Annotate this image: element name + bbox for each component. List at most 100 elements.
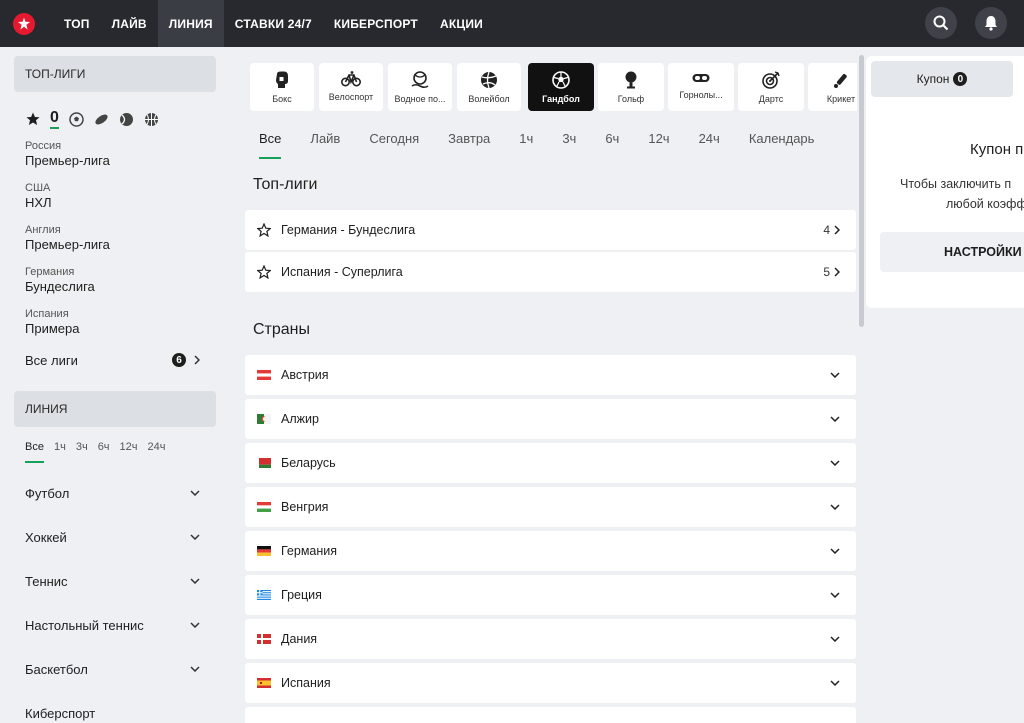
- country-row-germany[interactable]: Германия: [245, 531, 856, 571]
- basketball-icon[interactable]: [144, 112, 159, 127]
- brand-logo[interactable]: [13, 12, 35, 35]
- left-sidebar: ТОП-ЛИГИ 0 Россия Премьер-лига США НХЛ А…: [0, 47, 230, 723]
- sport-row-tennis[interactable]: Теннис: [0, 559, 230, 603]
- main-scrollbar[interactable]: [859, 55, 864, 327]
- sport-row-basketball[interactable]: Баскетбол: [0, 647, 230, 691]
- filter-24h[interactable]: 24ч: [699, 131, 720, 159]
- league-name: НХЛ: [25, 195, 52, 210]
- time-tab-1h[interactable]: 1ч: [54, 441, 66, 463]
- chevron-down-icon: [830, 504, 840, 510]
- country-row-austria[interactable]: Австрия: [245, 355, 856, 395]
- top-league-spain[interactable]: Испания Примера: [0, 308, 230, 337]
- filter-3h[interactable]: 3ч: [562, 131, 576, 159]
- bell-icon: [985, 16, 997, 31]
- sport-label: Баскетбол: [25, 661, 88, 677]
- dartboard-icon: [762, 71, 780, 89]
- nav-top[interactable]: ТОП: [53, 0, 101, 47]
- sport-tile-golf[interactable]: Гольф: [598, 63, 664, 111]
- line-time-tabs: Все 1ч 3ч 6ч 12ч 24ч: [0, 441, 230, 463]
- time-tab-all[interactable]: Все: [25, 441, 44, 463]
- bicycle-icon: [341, 71, 361, 87]
- country-name: Германия: [281, 544, 338, 558]
- sport-tile-boxing[interactable]: Бокс: [250, 63, 314, 111]
- sport-row-hockey[interactable]: Хоккей: [0, 515, 230, 559]
- zero-count[interactable]: 0: [50, 109, 59, 129]
- country-row-algeria[interactable]: Алжир: [245, 399, 856, 439]
- star-icon[interactable]: [25, 112, 40, 127]
- chevron-down-icon: [830, 548, 840, 554]
- boxing-glove-icon: [276, 71, 288, 88]
- league-title: Испания - Суперлига: [281, 265, 403, 279]
- coupon-tab[interactable]: Купон 0: [871, 61, 1013, 97]
- country-name: Венгрия: [281, 500, 329, 514]
- sport-tile-volleyball[interactable]: Волейбол: [457, 63, 521, 111]
- time-tab-3h[interactable]: 3ч: [76, 441, 88, 463]
- chevron-down-icon: [830, 592, 840, 598]
- filter-12h[interactable]: 12ч: [648, 131, 669, 159]
- all-leagues-link[interactable]: Все лиги 6: [0, 351, 230, 369]
- country-row-greece[interactable]: Греция: [245, 575, 856, 615]
- date-filter-tabs: Все Лайв Сегодня Завтра 1ч 3ч 6ч 12ч 24ч…: [259, 131, 814, 159]
- water-polo-icon: [411, 71, 429, 89]
- ski-goggles-icon: [692, 74, 710, 82]
- germany-flag-icon: [257, 546, 271, 556]
- top-leagues-title: Топ-лиги: [253, 176, 318, 193]
- sport-tile-handball[interactable]: Гандбол: [528, 63, 594, 111]
- top-league-germany[interactable]: Германия Бундеслига: [0, 266, 230, 295]
- hockey-puck-icon[interactable]: [94, 112, 109, 127]
- sport-row-esports[interactable]: Киберспорт: [0, 691, 230, 723]
- country-row-spain[interactable]: Испания: [245, 663, 856, 703]
- football-icon[interactable]: [69, 111, 84, 127]
- nav-promotions[interactable]: АКЦИИ: [429, 0, 494, 47]
- country-name: Испания: [281, 676, 331, 690]
- top-league-england[interactable]: Англия Премьер-лига: [0, 224, 230, 253]
- top-league-russia[interactable]: Россия Премьер-лига: [0, 140, 230, 169]
- sports-carousel: Бокс Велоспорт Водное по... Волейбол Ган…: [245, 63, 857, 111]
- tennis-icon[interactable]: [119, 112, 134, 127]
- country-row-partial[interactable]: [245, 707, 856, 723]
- nav-line[interactable]: ЛИНИЯ: [157, 0, 224, 47]
- country-row-belarus[interactable]: Беларусь: [245, 443, 856, 483]
- sport-tile-alpine-skiing[interactable]: Горнолы...: [668, 63, 734, 111]
- search-icon: [933, 15, 949, 31]
- filter-all[interactable]: Все: [259, 131, 282, 159]
- top-league-row[interactable]: Германия - Бундеслига 4: [245, 210, 856, 250]
- sport-tile-water-polo[interactable]: Водное по...: [388, 63, 452, 111]
- league-name: Бундеслига: [25, 279, 95, 294]
- chevron-down-icon: [190, 490, 200, 496]
- coupon-settings-button[interactable]: НАСТРОЙКИ: [880, 232, 1024, 272]
- sport-tile-darts[interactable]: Дартс: [738, 63, 804, 111]
- filter-1h[interactable]: 1ч: [519, 131, 533, 159]
- star-outline-icon[interactable]: [257, 265, 271, 279]
- sport-tile-cricket[interactable]: Крикет: [808, 63, 857, 111]
- star-outline-icon[interactable]: [257, 223, 271, 237]
- countries-title: Страны: [253, 321, 311, 338]
- top-league-usa[interactable]: США НХЛ: [0, 182, 230, 211]
- time-tab-24h[interactable]: 24ч: [148, 441, 166, 463]
- sport-tile-label: Водное по...: [394, 94, 446, 104]
- filter-today[interactable]: Сегодня: [369, 131, 419, 159]
- coupon-empty-text-2: любой коэфф: [946, 197, 1024, 211]
- filter-tomorrow[interactable]: Завтра: [448, 131, 490, 159]
- top-navbar: ТОП ЛАЙВ ЛИНИЯ СТАВКИ 24/7 КИБЕРСПОРТ АК…: [0, 0, 1024, 47]
- filter-live[interactable]: Лайв: [310, 131, 340, 159]
- filter-6h[interactable]: 6ч: [605, 131, 619, 159]
- filter-calendar[interactable]: Календарь: [749, 131, 815, 159]
- nav-esports[interactable]: КИБЕРСПОРТ: [323, 0, 429, 47]
- sport-tile-cycling[interactable]: Велоспорт: [319, 63, 383, 111]
- sport-row-football[interactable]: Футбол: [0, 471, 230, 515]
- country-row-denmark[interactable]: Дания: [245, 619, 856, 659]
- league-title: Германия - Бундеслига: [281, 223, 416, 237]
- nav-live[interactable]: ЛАЙВ: [101, 0, 158, 47]
- notifications-button[interactable]: [975, 7, 1007, 39]
- search-button[interactable]: [925, 7, 957, 39]
- sport-label: Теннис: [25, 573, 68, 589]
- sport-row-table-tennis[interactable]: Настольный теннис: [0, 603, 230, 647]
- time-tab-6h[interactable]: 6ч: [98, 441, 110, 463]
- sport-tile-label: Бокс: [272, 94, 292, 104]
- country-row-hungary[interactable]: Венгрия: [245, 487, 856, 527]
- time-tab-12h[interactable]: 12ч: [120, 441, 138, 463]
- top-league-row[interactable]: Испания - Суперлига 5: [245, 252, 856, 292]
- nav-bets-247[interactable]: СТАВКИ 24/7: [224, 0, 323, 47]
- belarus-flag-icon: [257, 458, 271, 468]
